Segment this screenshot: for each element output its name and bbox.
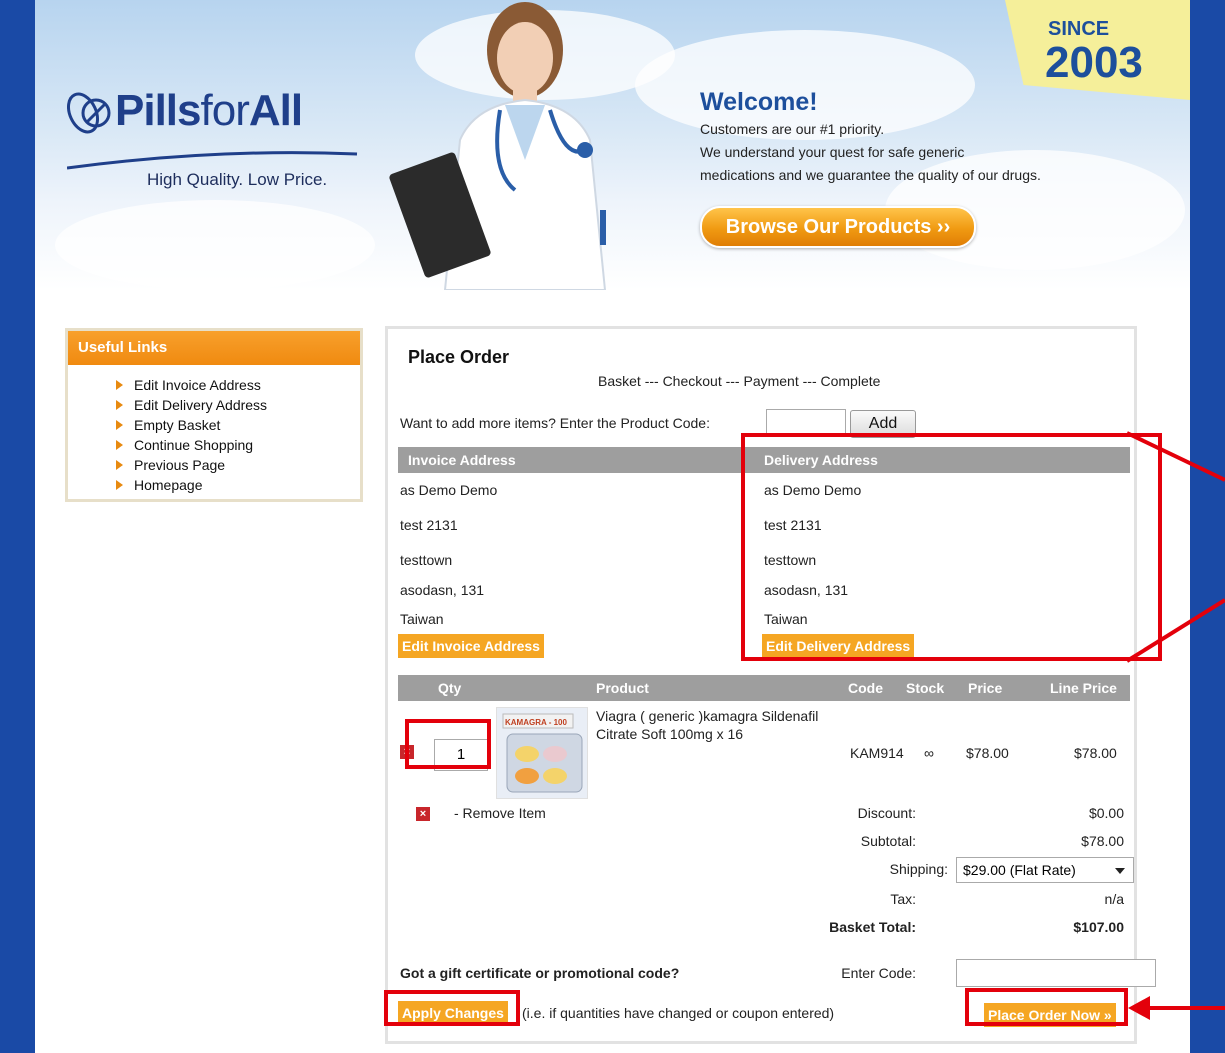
useful-links-list: Edit Invoice Address Edit Delivery Addre… — [116, 375, 360, 495]
pill-pack-icon: KAMAGRA - 100 — [497, 708, 587, 798]
chevron-down-icon — [1115, 868, 1125, 874]
site-header: PillsforAll High Quality. Low Price. Wel… — [35, 0, 1190, 290]
product-price: $78.00 — [966, 745, 1009, 761]
subtotal-label: Subtotal: — [860, 833, 916, 849]
basket-total-label: Basket Total: — [829, 919, 916, 935]
edit-invoice-address-button[interactable]: Edit Invoice Address — [398, 634, 544, 658]
invoice-town: testtown — [400, 552, 453, 568]
link-continue-shopping[interactable]: Continue Shopping — [116, 435, 360, 455]
link-homepage[interactable]: Homepage — [116, 475, 360, 495]
enter-code-label: Enter Code: — [841, 965, 916, 981]
shipping-selected-value: $29.00 (Flat Rate) — [963, 862, 1076, 878]
gift-prompt: Got a gift certificate or promotional co… — [400, 965, 680, 981]
browse-products-button[interactable]: Browse Our Products ›› — [700, 206, 976, 248]
logo-tagline: High Quality. Low Price. — [147, 170, 328, 189]
useful-links-title: Useful Links — [68, 331, 360, 365]
quantity-highlight — [405, 719, 491, 769]
subtotal-value: $78.00 — [1081, 833, 1124, 849]
link-edit-delivery-address[interactable]: Edit Delivery Address — [116, 395, 360, 415]
invoice-address-heading: Invoice Address — [398, 447, 754, 473]
discount-label: Discount: — [857, 805, 916, 821]
shipping-select[interactable]: $29.00 (Flat Rate) — [956, 857, 1134, 883]
tax-value: n/a — [1104, 891, 1124, 907]
product-name[interactable]: Viagra ( generic )kamagra Sildenafil Cit… — [596, 707, 836, 743]
link-empty-basket[interactable]: Empty Basket — [116, 415, 360, 435]
apply-changes-note: (i.e. if quantities have changed or coup… — [522, 1005, 835, 1021]
remove-item-link[interactable]: - Remove Item — [454, 805, 546, 821]
shipping-label: Shipping: — [889, 861, 948, 877]
invoice-country: Taiwan — [400, 611, 444, 627]
tax-label: Tax: — [890, 891, 916, 907]
product-line-price: $78.00 — [1074, 745, 1117, 761]
logo-swoosh-icon — [67, 151, 358, 170]
welcome-title: Welcome! — [700, 88, 818, 116]
promo-code-input[interactable] — [956, 959, 1156, 987]
add-items-prompt: Want to add more items? Enter the Produc… — [400, 415, 710, 431]
logo-word-all: All — [248, 86, 303, 135]
checkout-steps: Basket --- Checkout --- Payment --- Comp… — [598, 373, 881, 389]
table-row: × 1 KAMAGRA - 100 Viagra ( generic )kama… — [398, 707, 1130, 799]
link-edit-invoice-address[interactable]: Edit Invoice Address — [116, 375, 360, 395]
page-title: Place Order — [408, 347, 510, 367]
col-product: Product — [596, 680, 649, 696]
welcome-line-3: medications and we guarantee the quality… — [700, 167, 1041, 183]
logo-word-pills: Pills — [115, 86, 201, 135]
col-price: Price — [968, 680, 1003, 696]
welcome-block: Welcome! Customers are our #1 priority. … — [700, 88, 1041, 188]
product-code: KAM914 — [850, 745, 904, 761]
page: PillsforAll High Quality. Low Price. Wel… — [35, 0, 1190, 1053]
invoice-street: test 2131 — [400, 517, 458, 533]
col-qty: Qty — [438, 680, 462, 696]
basket-total-value: $107.00 — [1073, 919, 1124, 935]
discount-value: $0.00 — [1088, 805, 1124, 821]
welcome-line-2: We understand your quest for safe generi… — [700, 144, 965, 160]
since-badge: SINCE 2003 — [1005, 0, 1190, 100]
remove-item-icon[interactable]: × — [416, 807, 430, 821]
doctor-image — [389, 2, 607, 290]
col-line-price: Line Price — [1050, 680, 1117, 696]
col-stock: Stock — [906, 680, 945, 696]
apply-changes-highlight — [384, 990, 520, 1026]
pill-logo-icon — [67, 92, 111, 134]
invoice-name: as Demo Demo — [400, 482, 498, 498]
link-previous-page[interactable]: Previous Page — [116, 455, 360, 475]
logo-word-for: for — [200, 86, 250, 135]
product-image-label: KAMAGRA - 100 — [505, 718, 567, 727]
product-stock: ∞ — [924, 745, 934, 761]
place-order-highlight — [965, 988, 1128, 1026]
col-code: Code — [848, 680, 883, 696]
delivery-address-highlight — [741, 433, 1162, 661]
items-table-header: Qty Product Code Stock Price Line Price — [398, 675, 1130, 701]
invoice-region: asodasn, 131 — [400, 582, 485, 598]
useful-links-panel: Useful Links Edit Invoice Address Edit D… — [65, 328, 363, 502]
product-image[interactable]: KAMAGRA - 100 — [496, 707, 588, 799]
since-year: 2003 — [1045, 38, 1143, 87]
welcome-line-1: Customers are our #1 priority. — [700, 121, 885, 137]
